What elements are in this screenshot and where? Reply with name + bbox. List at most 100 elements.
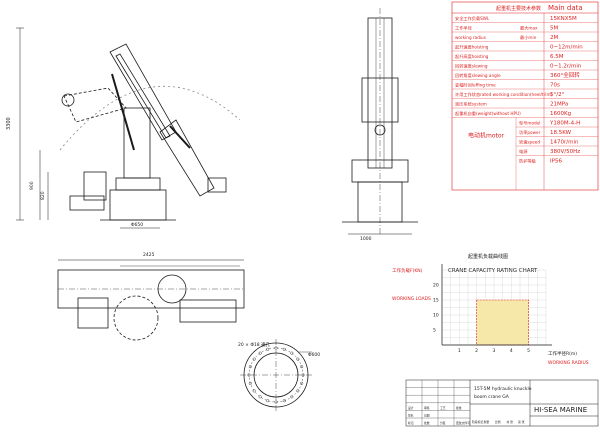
table-row-label: 安全工作负载SWL xyxy=(455,15,490,22)
front-width-label: 1000 xyxy=(360,236,372,242)
bolt-hole xyxy=(248,381,252,385)
table-row-sub: 最小min xyxy=(520,34,537,41)
table-row-value: 21MPa xyxy=(550,102,568,108)
table-row-value: 15KNX5M xyxy=(550,16,577,22)
table-row-label: 起升速度hoisting xyxy=(455,44,489,51)
table-row-value: 0~12m/min xyxy=(550,45,583,51)
title-grid-label: 更改文件号 xyxy=(456,421,470,425)
bolt-hole xyxy=(252,389,256,393)
title-grid-label: 第 张 xyxy=(518,420,525,424)
chart-x-axis-title: WORKING RADIUS xyxy=(548,360,589,366)
motor-row-value: Y180M-4-H xyxy=(549,121,580,127)
engineering-drawing-sheet: 3300 900 820 Φ650 1000 2425 20 × Φ18 通孔 … xyxy=(0,0,600,428)
plan-slewing-circle xyxy=(113,295,159,341)
motor-row-value: 18.5KW xyxy=(550,130,572,136)
sheave xyxy=(61,93,75,107)
chart-x-tick-label: 4 xyxy=(510,348,513,354)
table-row-value: 5M xyxy=(550,26,558,32)
title-grid-label: 处数 xyxy=(424,421,430,425)
folding-cylinder xyxy=(169,125,191,149)
motor-row-value: 1470r/min xyxy=(550,140,579,146)
capacity-area xyxy=(476,299,529,346)
plan-motor-unit xyxy=(77,297,109,329)
title-grid-label: 审核 xyxy=(424,406,430,410)
table-row-label: 工作半径 xyxy=(455,25,472,32)
title-grid-label: 签名 xyxy=(408,413,414,417)
title-grid-label: 比例 xyxy=(495,420,501,424)
motor-row-value: 380V/50Hz xyxy=(550,149,580,155)
chart-y-tick-label: 20 xyxy=(433,283,439,289)
plan-view xyxy=(57,259,245,341)
table-row-label: 液压系统system xyxy=(455,101,487,108)
company-name: HI-SEA MARINE xyxy=(534,406,587,414)
front-end-view xyxy=(342,8,418,236)
motor-row-sub: 防护等级 xyxy=(519,158,537,165)
chart-y-tick-label: 10 xyxy=(433,313,439,319)
drawing-canvas: 3300 900 820 Φ650 1000 2425 20 × Φ18 通孔 … xyxy=(6,1,599,427)
chart-y-axis-label: 工作负载F(KN) xyxy=(392,267,423,274)
bolt-pattern-label: 20 × Φ18 通孔 xyxy=(238,341,271,348)
table-row-value: 360°全回转 xyxy=(550,71,580,79)
overall-length-label: 2425 xyxy=(143,252,155,258)
title-grid-label: 重量 xyxy=(484,420,490,424)
title-grid-label: 共 张 xyxy=(507,420,514,424)
title-grid-label: 工艺 xyxy=(440,406,446,410)
table-row-sub: 最大max xyxy=(520,25,538,32)
table-header-en: Main data xyxy=(548,4,583,12)
bolt-hole xyxy=(290,351,294,355)
bolt-hole xyxy=(266,399,270,403)
chart-y-tick-label: 5 xyxy=(433,328,436,334)
motor-row-sub: 型号model xyxy=(519,120,540,127)
table-row-label: 起重机自重(weight(without HPU) xyxy=(455,110,521,117)
side-elevation-view xyxy=(16,27,241,229)
table-header-cn: 起重机主要技术参数 xyxy=(496,5,541,12)
title-grid-label: 标记 xyxy=(408,421,414,425)
table-row-label: 起升高度hoisting xyxy=(455,53,489,60)
table-row-value: 1600Kg xyxy=(550,111,571,117)
jib-boom xyxy=(159,119,215,197)
crane-base-plate xyxy=(109,189,167,221)
title-grid-label: 阶段标记 xyxy=(472,420,483,424)
flange-diameter-label: Φ600 xyxy=(308,352,320,358)
chart-x-tick-label: 1 xyxy=(458,348,461,354)
table-row-value: 2M xyxy=(550,35,558,41)
title-grid-label: 日期 xyxy=(424,413,430,417)
luffing-cylinder xyxy=(111,73,135,151)
bolt-hole xyxy=(282,347,286,351)
small-dimension-label: 820 xyxy=(40,191,46,200)
motor-row-sub: 电源 xyxy=(519,148,528,155)
table-rows: 安全工作负载SWL 15KNX5M 工作半径 最大max 5M working radiu… xyxy=(452,15,598,190)
motor-label: 电动机motor xyxy=(468,132,505,140)
bolt-hole xyxy=(258,395,262,399)
table-row-value: 5°/2° xyxy=(550,92,565,98)
mid-dimension-label: 900 xyxy=(29,181,35,190)
base-diameter-label: Φ650 xyxy=(131,222,143,228)
table-row-label: 许用工作状态rated working condition(heel/trim) xyxy=(455,91,553,98)
table-row-value: 70s xyxy=(550,83,560,89)
chart-x-axis-label: 工作半径R(m) xyxy=(548,350,577,357)
table-row-label: working radius xyxy=(455,35,486,40)
chart-x-tick-label: 2 xyxy=(475,348,478,354)
plan-hpu-tank xyxy=(179,299,237,323)
drawing-title-line2: boom crane GA xyxy=(474,394,510,400)
chart-y-axis-title: WORKING LOADS xyxy=(392,296,431,302)
title-grid-label: 批准 xyxy=(456,406,462,410)
chart-plot-area: 1 2 3 4 5 5 10 15 20 xyxy=(433,264,552,354)
hpu-skid xyxy=(69,195,105,211)
chart-y-tick-label: 15 xyxy=(433,298,439,304)
chart-title-en: CRANE CAPACITY RATING CHART xyxy=(448,268,538,274)
table-row-label: 回转速度slewing xyxy=(455,63,488,70)
drawing-title-line1: 15T-5M hydraulic knuckle xyxy=(474,386,532,392)
height-total-label: 3300 xyxy=(6,117,12,130)
bolt-hole xyxy=(266,347,270,351)
slewing-ring xyxy=(115,177,161,191)
title-grid-label: 设计 xyxy=(408,406,414,410)
table-row-value: 6.5M xyxy=(550,54,564,60)
table-row-value: 0~1.2r/min xyxy=(550,64,582,70)
chart-title-cn: 起重机负载曲线图 xyxy=(468,253,508,260)
flange-detail xyxy=(240,339,312,411)
table-row-label: 变幅时间luffing time xyxy=(455,82,496,89)
crane-column xyxy=(123,107,151,179)
motor-row-sub: 转速speed xyxy=(519,139,540,146)
chart-x-tick-label: 5 xyxy=(527,348,530,354)
